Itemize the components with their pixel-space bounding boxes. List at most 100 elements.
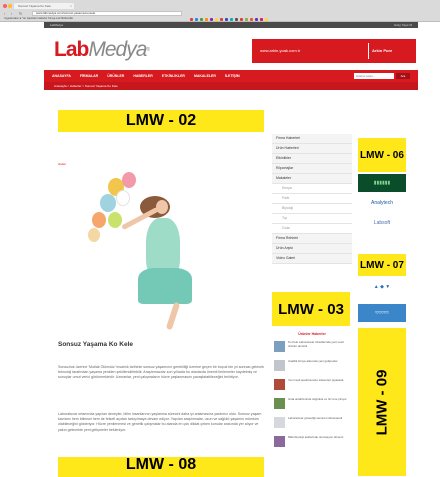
ad-slot-lmw03[interactable]: LMW - 03 [272,292,350,326]
login-link[interactable]: Giriş | Kayıt Ol [394,22,412,28]
breadcrumb-bar: Anasayfa > Haberler > Sonsuz Yaşama Ko K… [44,82,418,90]
balloon [92,212,106,228]
bookmark-favicon[interactable] [245,18,248,21]
bookmark-favicon[interactable] [230,18,233,21]
article-paragraph: Laboratuvar ortamında yapılan deneyler, … [58,412,262,432]
balloon [108,212,122,228]
sponsor-ad[interactable]: ▮▮▮▮▮▮ [358,174,406,192]
search-button[interactable]: Ara [396,73,410,79]
bookmark-favicon[interactable] [250,18,253,21]
nav-item[interactable]: İLETİŞİM [225,70,240,82]
ad-slot-lmw02[interactable]: LMW - 02 [58,110,264,132]
nav-item[interactable]: FİRMALAR [80,70,98,82]
news-thumbnail[interactable] [274,379,285,390]
news-item[interactable]: Ko Kele Laboratuvar cihazlarında yeni ne… [272,340,354,356]
sidebar-menu-item[interactable]: Firma Haberleri [272,134,352,144]
news-item[interactable]: Laboratuvar güvenliği semineri düzenlend… [272,416,354,432]
sidebar-menu-item[interactable]: Makaleler [272,174,352,184]
sidebar-menu-item[interactable]: Ürün Arşivi [272,244,352,254]
article-paragraph: Sonsuzluk üzerine 'Mutlak Ölümsüz' insan… [58,365,264,380]
sidebar-menu-item[interactable]: Gıda [272,224,352,234]
back-icon[interactable]: ‹ [4,11,5,16]
close-window-icon[interactable] [3,4,7,8]
site-logo[interactable]: LabMedya® [54,38,150,62]
bookmark-favicon[interactable] [195,18,198,21]
bookmark-favicon[interactable] [215,18,218,21]
balloon [122,172,136,188]
minimize-window-icon[interactable] [8,4,12,8]
nav-item[interactable]: ANASAYFA [52,70,71,82]
bookmark-favicon[interactable] [220,18,223,21]
news-heading: Ürünler Haberler [298,332,326,336]
balloon [88,228,100,242]
breadcrumb[interactable]: Anasayfa > Haberler > Sonsuz Yaşama Ko K… [54,82,118,90]
sidebar-menu-item[interactable]: Röportajlar [272,164,352,174]
nav-item[interactable]: HABERLER [133,70,152,82]
forward-icon[interactable]: › [11,11,12,16]
logo-registered-mark: ® [146,47,150,53]
logo-lab: Lab [54,38,89,61]
bookmark-favicon[interactable] [200,18,203,21]
ad-slot-lmw06[interactable]: LMW - 06 [358,138,406,172]
news-title[interactable]: Gıda analizlerinde doğruluk ve hız öne ç… [288,398,352,409]
news-item[interactable]: Gıda analizlerinde doğruluk ve hız öne ç… [272,397,354,413]
search-input[interactable] [354,73,394,79]
news-item[interactable]: Mikrobiyoloji testlerinde otomasyon döne… [272,435,354,451]
news-thumbnail[interactable] [274,360,285,371]
sponsor-ad[interactable]: Labsoft [358,214,406,232]
main-menu: ANASAYFA FİRMALAR ÜRÜNLER HABERLER ETKİNLİKL… [52,70,240,82]
bookmark-favicon[interactable] [265,18,268,21]
bookmark-favicon[interactable] [240,18,243,21]
category-sidebar: Firma Haberleri Ürün Haberleri Etkinlikler… [272,134,352,264]
news-item[interactable]: Analitik kimya alanında yeni gelişmeler [272,359,354,375]
sidebar-menu-item[interactable]: Kimya [272,184,352,194]
sponsor-ad[interactable]: ≈≈≈≈≈ [358,304,406,322]
person-skirt [138,268,192,304]
top-strip-brand: LabMedya [50,23,64,27]
sidebar-menu-item[interactable]: Fizik [272,194,352,204]
article-title: Sonsuz Yaşama Ko Kele [58,341,134,348]
reload-icon[interactable]: ↻ [19,11,22,16]
sponsor-ad[interactable]: ▲ ◆ ▼ [358,278,406,296]
bookmark-favicon[interactable] [260,18,263,21]
ad-slot-lmw09[interactable]: LMW - 09 [358,328,406,476]
ad-slot-lmw07[interactable]: LMW - 07 [358,254,406,276]
bookmark-favicon[interactable] [235,18,238,21]
news-title[interactable]: Analitik kimya alanında yeni gelişmeler [288,360,352,371]
sidebar-menu-item[interactable]: Etkinlikler [272,154,352,164]
sidebar-menu-item[interactable]: Tıp [272,214,352,224]
news-title[interactable]: Ko Kele Laboratuvar cihazlarında yeni ne… [288,341,352,352]
header-banner-ad[interactable]: www.arkin-yoak.com.tr Arkin Pure [252,39,416,63]
news-thumbnail[interactable] [274,436,285,447]
bookmark-favicon[interactable] [190,18,193,21]
news-thumbnail[interactable] [274,398,285,409]
ad-slot-lmw08[interactable]: LMW - 08 [58,457,264,477]
bookmark-favicon[interactable] [210,18,213,21]
nav-item[interactable]: ÜRÜNLER [107,70,124,82]
news-item[interactable]: Yeni nesil spektrometre sistemleri piyas… [272,378,354,394]
bookmark-favicon[interactable] [225,18,228,21]
nav-item[interactable]: MAKALELER [194,70,216,82]
banner-divider [368,43,369,59]
sidebar-menu-item[interactable]: Firma Rehberi [272,234,352,244]
news-title[interactable]: Yeni nesil spektrometre sistemleri piyas… [288,379,352,390]
nav-item[interactable]: ETKİNLİKLER [162,70,185,82]
sidebar-menu-item[interactable]: Ürün Haberleri [272,144,352,154]
sponsor-ad[interactable]: Analytech [358,194,406,212]
balloon [100,194,116,212]
news-thumbnail[interactable] [274,417,285,428]
sidebar-menu-item[interactable]: Video Galeri [272,254,352,264]
banner-logo: Arkin Pure [372,48,393,53]
article-category[interactable]: Haber [58,162,66,166]
tab-close-icon[interactable]: × [70,3,72,9]
news-thumbnail[interactable] [274,341,285,352]
news-title[interactable]: Laboratuvar güvenliği semineri düzenlend… [288,417,352,428]
bookmark-favicon[interactable] [255,18,258,21]
browser-chrome: Sonsuz Yaşama Ko Kele × ‹ › ↻ www.labmed… [0,0,440,22]
sidebar-menu-item[interactable]: Biyoloji [272,204,352,214]
news-title[interactable]: Mikrobiyoloji testlerinde otomasyon döne… [288,436,352,447]
address-bar[interactable]: www.labmedya.com/sonsuz-yasama-ko-kele [32,11,182,16]
bookmark-favicon[interactable] [205,18,208,21]
article-hero-image [84,168,224,332]
browser-tab[interactable]: Sonsuz Yaşama Ko Kele [14,3,74,9]
